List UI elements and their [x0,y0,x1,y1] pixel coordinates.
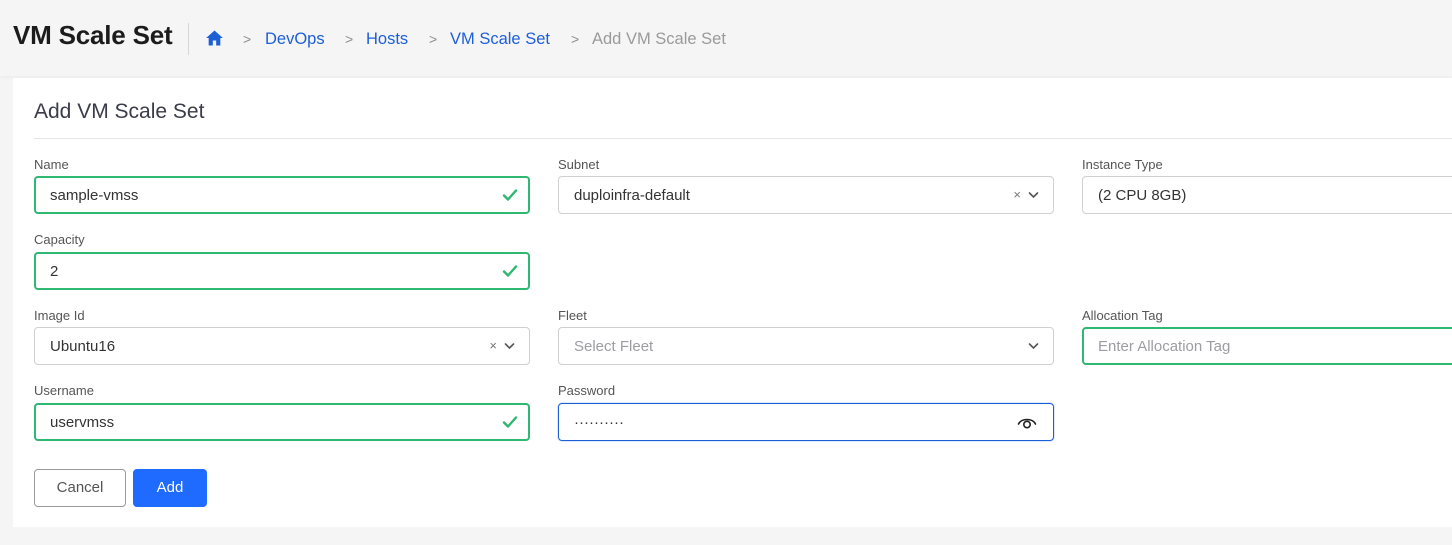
instance-type-value: (2 CPU 8GB) [1098,187,1187,204]
fleet-label: Fleet [558,308,587,323]
allocation-tag-input[interactable]: Enter Allocation Tag [1082,327,1452,365]
title-divider [188,23,189,55]
username-label: Username [34,383,94,398]
name-input[interactable]: sample-vmss [34,176,530,214]
chevron-down-icon[interactable] [504,342,515,350]
breadcrumb-current: Add VM Scale Set [592,30,726,48]
image-id-value: Ubuntu16 [50,338,116,355]
form-card: Add VM Scale Set Name sample-vmss Subnet… [13,78,1452,527]
instance-type-label: Instance Type [1082,157,1163,172]
fleet-select[interactable]: Select Fleet [558,327,1054,365]
capacity-value: 2 [50,263,59,280]
allocation-tag-placeholder: Enter Allocation Tag [1098,338,1231,355]
clear-icon[interactable]: × [1013,187,1021,202]
name-label: Name [34,157,69,172]
capacity-label: Capacity [34,232,85,247]
chevron-down-icon[interactable] [1028,191,1039,199]
subnet-select[interactable]: duploinfra-default × [558,176,1054,214]
subnet-value: duploinfra-default [574,187,690,204]
check-icon [502,265,518,277]
check-icon [502,416,518,428]
breadcrumb-separator: > [345,31,354,47]
image-id-select[interactable]: Ubuntu16 × [34,327,530,365]
password-label: Password [558,383,616,398]
home-icon[interactable] [204,28,225,48]
breadcrumb-hosts[interactable]: Hosts [366,30,408,49]
page-title: VM Scale Set [13,20,173,50]
cancel-button[interactable]: Cancel [34,469,126,507]
subnet-label: Subnet [558,157,600,172]
breadcrumb-separator: > [243,31,252,47]
fleet-placeholder: Select Fleet [574,338,654,355]
password-input[interactable]: ·········· [558,403,1054,441]
username-value: uservmss [50,414,115,431]
breadcrumb-separator: > [571,31,580,47]
top-bar: VM Scale Set > DevOps > Hosts > VM Scale… [0,0,1452,76]
breadcrumb-devops[interactable]: DevOps [265,30,325,49]
breadcrumb-separator: > [429,31,438,47]
form-divider [34,138,1452,139]
chevron-down-icon[interactable] [1028,342,1039,350]
image-id-label: Image Id [34,308,85,323]
check-icon [502,189,518,201]
instance-type-select[interactable]: (2 CPU 8GB) [1082,176,1452,214]
eye-icon[interactable] [1017,415,1037,431]
password-value: ·········· [574,414,624,431]
add-button[interactable]: Add [133,469,207,507]
allocation-tag-label: Allocation Tag [1082,308,1163,323]
breadcrumb-vm-scale-set[interactable]: VM Scale Set [450,30,550,49]
username-input[interactable]: uservmss [34,403,530,441]
form-title: Add VM Scale Set [34,100,205,123]
clear-icon[interactable]: × [489,338,497,353]
name-value: sample-vmss [50,187,139,204]
capacity-input[interactable]: 2 [34,252,530,290]
